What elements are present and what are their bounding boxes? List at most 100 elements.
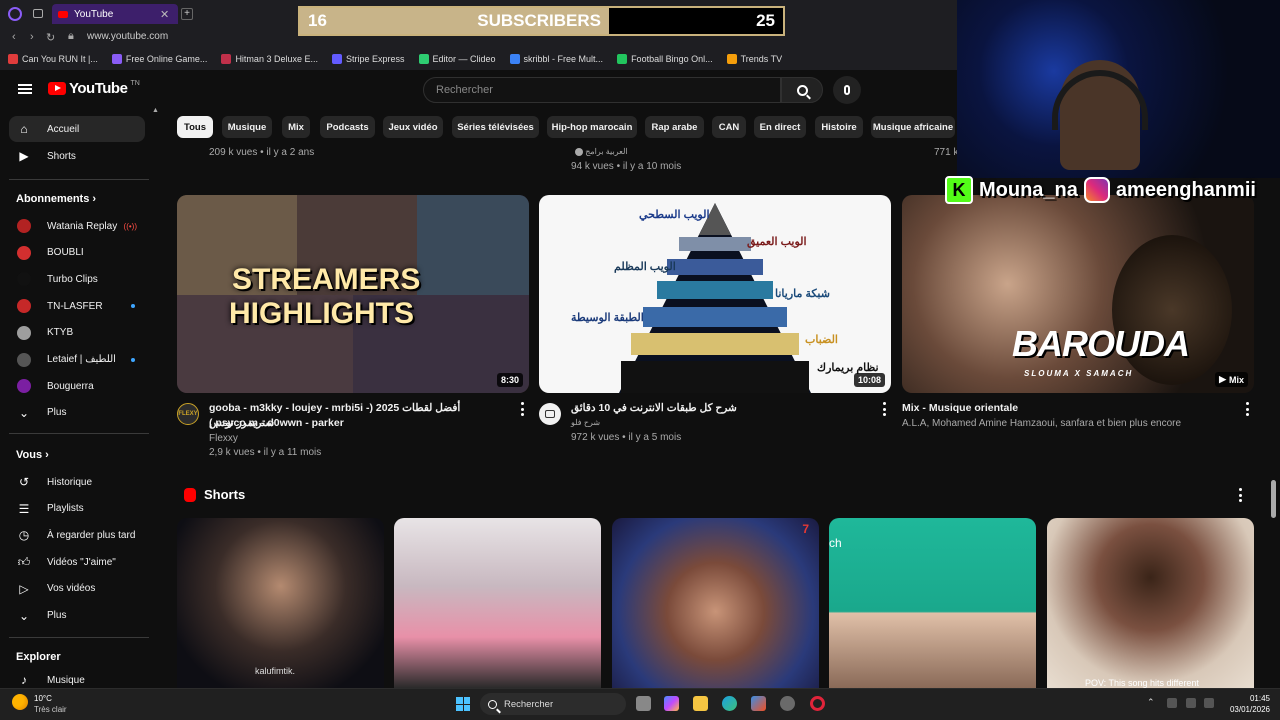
task-view-icon[interactable] [636, 696, 651, 711]
sidebar-item[interactable]: ↺ Historique [9, 469, 145, 495]
sidebar-item[interactable]: ☰ Playlists [9, 496, 145, 522]
sidebar-item[interactable]: ⌄ Plus [9, 400, 145, 426]
reload-icon[interactable]: ↻ [46, 31, 55, 44]
short-thumbnail[interactable]: 7 [612, 518, 819, 688]
tab-close-icon[interactable]: ✕ [160, 8, 169, 21]
sidebar-item-label: Vidéos "J'aime" [47, 556, 116, 568]
filter-chip[interactable]: Séries télévisées [452, 116, 539, 138]
shorts-logo-icon [184, 487, 196, 502]
sidebar-item[interactable]: Bouguerra [9, 373, 145, 399]
tray-expand-icon[interactable]: ⌃ [1147, 697, 1155, 708]
sidebar-item[interactable]: Turbo Clips [9, 266, 145, 292]
new-tab-button[interactable]: + [181, 8, 193, 20]
video-title[interactable]: Mix - Musique orientale [902, 401, 1018, 416]
sidebar-item[interactable]: BOUBLI [9, 240, 145, 266]
sidebar-item[interactable]: ◷ À regarder plus tard [9, 522, 145, 548]
more-options-icon[interactable] [1246, 402, 1250, 416]
channel-name[interactable]: شرح فلو [571, 418, 600, 427]
video-title-line2[interactable]: ( psyco m - d0wwn - parker [209, 416, 344, 431]
weather-icon[interactable] [12, 694, 28, 710]
file-explorer-icon[interactable] [693, 696, 708, 711]
filter-chip[interactable]: Musique africaine [871, 116, 955, 138]
filter-chip[interactable]: Musique [222, 116, 272, 138]
sidebar-item[interactable]: Watania Replay ((•)) [9, 213, 145, 239]
clock-time[interactable]: 01:45 [1240, 694, 1270, 703]
bookmark-item[interactable]: skribbl - Free Mult... [509, 54, 603, 64]
video-title[interactable]: شرح كل طبقات الانترنت في 10 دقائق [571, 401, 737, 416]
video-thumbnail[interactable]: الويب السطحي الويب العميق الويب المظلم ش… [539, 195, 891, 393]
video-thumbnail[interactable]: STREAMERS HIGHLIGHTS 8:30 [177, 195, 529, 393]
sidebar-section-title[interactable]: Abonnements › [16, 193, 96, 205]
network-icon[interactable] [1186, 698, 1196, 708]
filter-chip[interactable]: Mix [282, 116, 310, 138]
tab-islands-icon[interactable] [33, 9, 43, 18]
sidebar-section-title[interactable]: Vous › [16, 449, 49, 461]
url-field[interactable]: www.youtube.com [87, 31, 168, 42]
subscriber-goal: 25 [756, 11, 775, 30]
opera-logo-icon[interactable] [8, 7, 22, 21]
filter-chip[interactable]: En direct [754, 116, 806, 138]
short-thumbnail[interactable]: POV: This song hits different [1047, 518, 1254, 688]
filter-chip[interactable]: Histoire [815, 116, 863, 138]
menu-icon[interactable] [18, 84, 32, 94]
bookmark-item[interactable]: Stripe Express [331, 54, 405, 64]
microphone-tray-icon[interactable] [1167, 698, 1177, 708]
search-box[interactable] [423, 77, 781, 103]
bookmark-item[interactable]: Football Bingo Onl... [617, 54, 713, 64]
sidebar-item[interactable]: ♪ Musique [9, 667, 145, 688]
sidebar-item[interactable]: TN-LASFER [9, 293, 145, 319]
filter-chip[interactable]: Rap arabe [645, 116, 704, 138]
search-input[interactable] [436, 84, 780, 96]
short-thumbnail[interactable]: kalufimtik. [177, 518, 384, 688]
youtube-logo[interactable]: YouTube TN [48, 80, 140, 97]
clock-date[interactable]: 03/01/2026 [1226, 705, 1270, 714]
sidebar-item[interactable]: ⌂ Accueil [9, 116, 145, 142]
more-options-icon[interactable] [1239, 488, 1243, 502]
steam-icon[interactable] [780, 696, 795, 711]
store-icon[interactable] [751, 696, 766, 711]
layer-label: الطبقة الوسيطة [571, 312, 644, 324]
sidebar-item-label: Watania Replay [47, 220, 118, 232]
edge-icon[interactable] [722, 696, 737, 711]
bookmark-item[interactable]: Free Online Game... [111, 54, 207, 64]
more-options-icon[interactable] [521, 402, 525, 416]
taskbar-search[interactable]: Rechercher [480, 693, 626, 715]
channel-avatar[interactable] [539, 403, 561, 425]
back-icon[interactable]: ‹ [12, 31, 16, 43]
sidebar-item[interactable]: ▷ Vos vidéos [9, 576, 145, 602]
page-scrollbar[interactable] [1271, 480, 1276, 518]
search-button[interactable] [781, 77, 823, 103]
sidebar-item[interactable]: KTYB [9, 320, 145, 346]
channel-name[interactable]: A.L.A, Mohamed Amine Hamzaoui, sanfara e… [902, 418, 1181, 429]
sidebar-scroll-up-icon[interactable]: ▲ [152, 107, 159, 114]
short-thumbnail[interactable] [394, 518, 601, 688]
filter-chip[interactable]: Podcasts [320, 116, 375, 138]
sidebar-item-label: Plus [47, 407, 67, 419]
channel-name[interactable]: Flexxy [209, 433, 238, 444]
filter-chip[interactable]: CAN [712, 116, 746, 138]
copilot-icon[interactable] [664, 696, 679, 711]
windows-start-icon[interactable] [456, 697, 470, 711]
sidebar-item[interactable]: Letaief | اللطيف [9, 347, 145, 373]
opera-gx-icon[interactable] [810, 696, 825, 711]
volume-icon[interactable] [1204, 698, 1214, 708]
short-thumbnail[interactable]: ch [829, 518, 1036, 688]
filter-chip[interactable]: Hip-hop marocain [547, 116, 637, 138]
more-options-icon[interactable] [883, 402, 887, 416]
bookmark-item[interactable]: Trends TV [726, 54, 782, 64]
thumbnail-title: STREAMERS [232, 263, 421, 296]
forward-icon[interactable]: › [30, 31, 34, 43]
sidebar-item[interactable]: ▶ Shorts [9, 143, 145, 169]
channel-avatar[interactable]: FLEXY [177, 403, 199, 425]
sidebar-item[interactable]: ⌄ Plus [9, 603, 145, 629]
layer-label: الويب العميق [747, 236, 807, 248]
bookmark-item[interactable]: Can You RUN It |... [8, 54, 98, 64]
bookmark-item[interactable]: Editor — Clideo [418, 54, 496, 64]
instagram-logo-icon [1083, 177, 1110, 203]
filter-chip[interactable]: Jeux vidéo [383, 116, 443, 138]
voice-search-button[interactable] [833, 76, 861, 104]
bookmark-item[interactable]: Hitman 3 Deluxe E... [221, 54, 318, 64]
video-thumbnail[interactable]: BAROUDA SLOUMA X SAMACH ▶ Mix [902, 195, 1254, 393]
filter-chip[interactable]: Tous [177, 116, 213, 138]
sidebar-item[interactable]: 👍︎ Vidéos "J'aime" [9, 549, 145, 575]
